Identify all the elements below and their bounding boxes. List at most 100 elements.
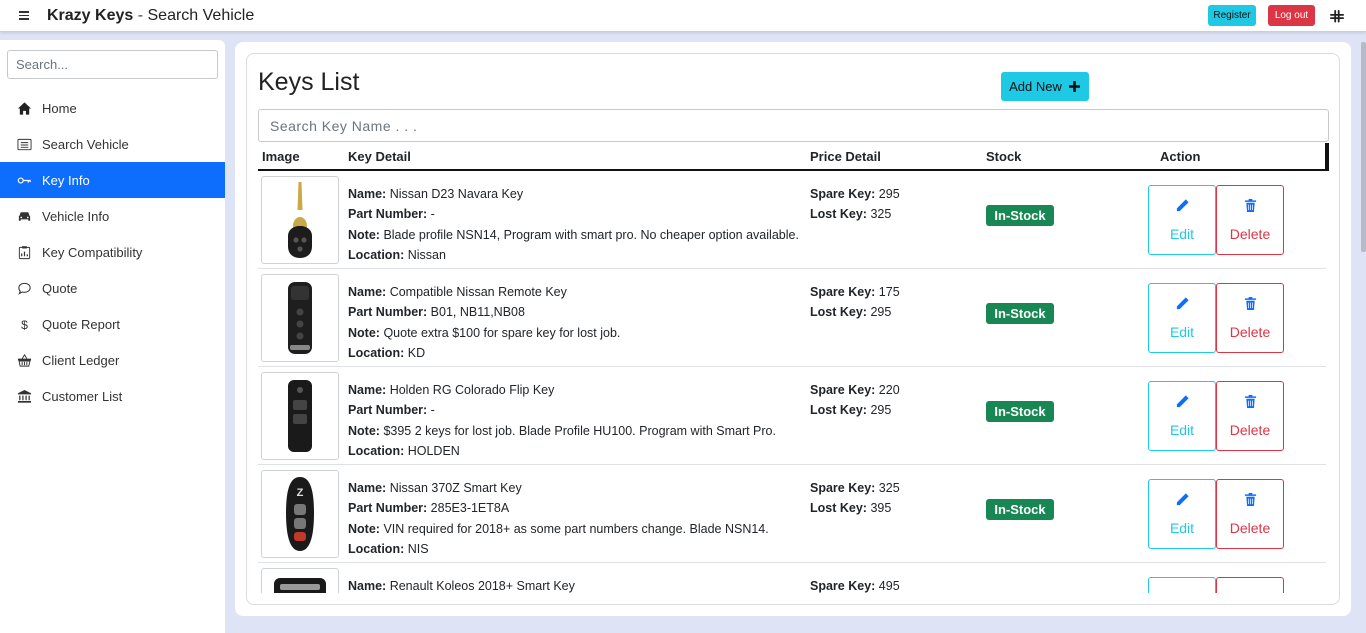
svg-text:$: $ xyxy=(21,318,28,332)
add-new-button[interactable]: Add New xyxy=(1001,72,1089,101)
key-location: Location: KD xyxy=(348,343,620,363)
register-button[interactable]: Register xyxy=(1208,5,1256,26)
trash-icon xyxy=(1244,493,1256,506)
delete-label: Delete xyxy=(1229,226,1271,242)
hamburger-menu-icon[interactable] xyxy=(14,5,36,27)
lost-key-label: Lost Key: xyxy=(810,501,867,516)
key-part-number: Part Number: - xyxy=(348,204,799,224)
sidebar-item-client-ledger[interactable]: Client Ledger xyxy=(0,342,225,378)
stock-badge: In-Stock xyxy=(986,303,1054,324)
sidebar-item-home[interactable]: Home xyxy=(0,90,225,126)
part-number-label: Part Number: xyxy=(348,207,428,222)
location-value: HOLDEN xyxy=(407,443,460,458)
edit-button[interactable]: Edit xyxy=(1148,381,1216,451)
nissan-flip-key-image xyxy=(288,182,312,258)
basket-icon xyxy=(17,353,32,367)
key-location: Location: Nissan xyxy=(348,245,799,265)
edit-button[interactable] xyxy=(1148,577,1216,593)
name-label: Name: xyxy=(348,187,387,201)
lost-key-label: Lost Key: xyxy=(810,305,867,320)
column-header-price-detail: Price Detail xyxy=(810,149,881,164)
sidebar-item-key-compatibility[interactable]: Key Compatibility xyxy=(0,234,225,270)
key-part-number: Part Number: - xyxy=(348,400,776,420)
key-note: Note: Quote extra $100 for spare key for… xyxy=(348,323,620,343)
price-detail: Spare Key: 220 Lost Key: 295 xyxy=(810,380,900,421)
bank-icon xyxy=(17,389,32,403)
sidebar-item-label: Vehicle Info xyxy=(42,208,110,224)
part-number-label: Part Number: xyxy=(348,403,428,418)
delete-button[interactable]: Delete xyxy=(1216,381,1284,451)
table-row: Name: Renault Koleos 2018+ Smart Key Spa… xyxy=(258,563,1326,593)
stock-badge: In-Stock xyxy=(986,401,1054,422)
delete-button[interactable] xyxy=(1216,577,1284,593)
edit-button[interactable]: Edit xyxy=(1148,185,1216,255)
table-row: Name: Holden RG Colorado Flip Key Part N… xyxy=(258,367,1326,465)
edit-button[interactable]: Edit xyxy=(1148,283,1216,353)
key-name: Name: Renault Koleos 2018+ Smart Key xyxy=(348,576,575,593)
note-value: Blade profile NSN14, Program with smart … xyxy=(383,227,799,242)
page-scrollbar[interactable] xyxy=(1361,42,1366,252)
slack-icon[interactable] xyxy=(1328,7,1346,25)
nissan-smart-key-image: Z xyxy=(286,477,314,551)
price-detail: Spare Key: 325 Lost Key: 395 xyxy=(810,478,900,519)
key-name: Name: Nissan 370Z Smart Key xyxy=(348,478,769,498)
spare-key-value: 220 xyxy=(878,383,900,397)
name-value: Compatible Nissan Remote Key xyxy=(389,285,567,299)
sidebar-item-key-info[interactable]: Key Info xyxy=(0,162,225,198)
list-icon xyxy=(17,138,32,150)
logout-button[interactable]: Log out xyxy=(1268,5,1315,26)
spare-key-value: 295 xyxy=(878,187,900,201)
key-detail: Name: Nissan 370Z Smart Key Part Number:… xyxy=(348,478,769,559)
sidebar-item-vehicle-info[interactable]: Vehicle Info xyxy=(0,198,225,234)
title-separator: - xyxy=(133,6,148,24)
delete-button[interactable]: Delete xyxy=(1216,185,1284,255)
sidebar-item-customer-list[interactable]: Customer List xyxy=(0,378,225,414)
edit-label: Edit xyxy=(1169,520,1195,536)
sidebar-item-label: Search Vehicle xyxy=(42,136,129,152)
pencil-icon xyxy=(1176,297,1189,310)
sidebar: Home Search Vehicle Key Info Vehicle Inf… xyxy=(0,40,225,633)
sidebar-item-search-vehicle[interactable]: Search Vehicle xyxy=(0,126,225,162)
lost-key-price: Lost Key: 395 xyxy=(810,498,900,518)
trash-icon xyxy=(1244,199,1256,212)
spare-key-label: Spare Key: xyxy=(810,285,876,299)
note-label: Note: xyxy=(348,423,380,438)
app-title: Krazy Keys - Search Vehicle xyxy=(47,7,254,25)
location-label: Location: xyxy=(348,541,405,556)
sidebar-item-label: Key Compatibility xyxy=(42,244,143,260)
price-detail: Spare Key: 295 Lost Key: 325 xyxy=(810,184,900,225)
key-location: Location: HOLDEN xyxy=(348,441,776,461)
table-body: Name: Nissan D23 Navara Key Part Number:… xyxy=(258,171,1329,593)
main-content: Keys List Add New Image Key Detail Price… xyxy=(235,42,1351,616)
part-number-value: - xyxy=(430,207,435,222)
note-label: Note: xyxy=(348,227,380,242)
trash-icon xyxy=(1244,297,1256,310)
sidebar-item-label: Customer List xyxy=(42,388,123,404)
key-detail: Name: Compatible Nissan Remote Key Part … xyxy=(348,282,620,363)
lost-key-label: Lost Key: xyxy=(810,207,867,222)
location-label: Location: xyxy=(348,345,405,360)
spare-key-value: 325 xyxy=(878,481,900,495)
delete-button[interactable]: Delete xyxy=(1216,479,1284,549)
sidebar-search-input[interactable] xyxy=(7,50,218,79)
chat-icon xyxy=(18,282,31,295)
lost-key-value: 325 xyxy=(870,207,892,222)
table-scrollbar[interactable] xyxy=(1325,143,1329,171)
sidebar-item-quote-report[interactable]: $ Quote Report xyxy=(0,306,225,342)
sidebar-item-label: Client Ledger xyxy=(42,352,120,368)
key-image xyxy=(261,372,339,460)
page-title: Keys List xyxy=(258,68,360,96)
name-label: Name: xyxy=(348,481,387,495)
column-header-key-detail: Key Detail xyxy=(348,149,411,164)
edit-button[interactable]: Edit xyxy=(1148,479,1216,549)
spare-key-price: Spare Key: 220 xyxy=(810,380,900,400)
sidebar-item-label: Quote Report xyxy=(42,316,121,332)
key-search-input[interactable] xyxy=(258,109,1329,142)
key-part-number: Part Number: B01, NB11,NB08 xyxy=(348,302,620,322)
sidebar-item-label: Home xyxy=(42,100,77,116)
key-name: Name: Compatible Nissan Remote Key xyxy=(348,282,620,302)
name-label: Name: xyxy=(348,383,387,397)
sidebar-item-quote[interactable]: Quote xyxy=(0,270,225,306)
delete-button[interactable]: Delete xyxy=(1216,283,1284,353)
edit-label: Edit xyxy=(1169,324,1195,340)
